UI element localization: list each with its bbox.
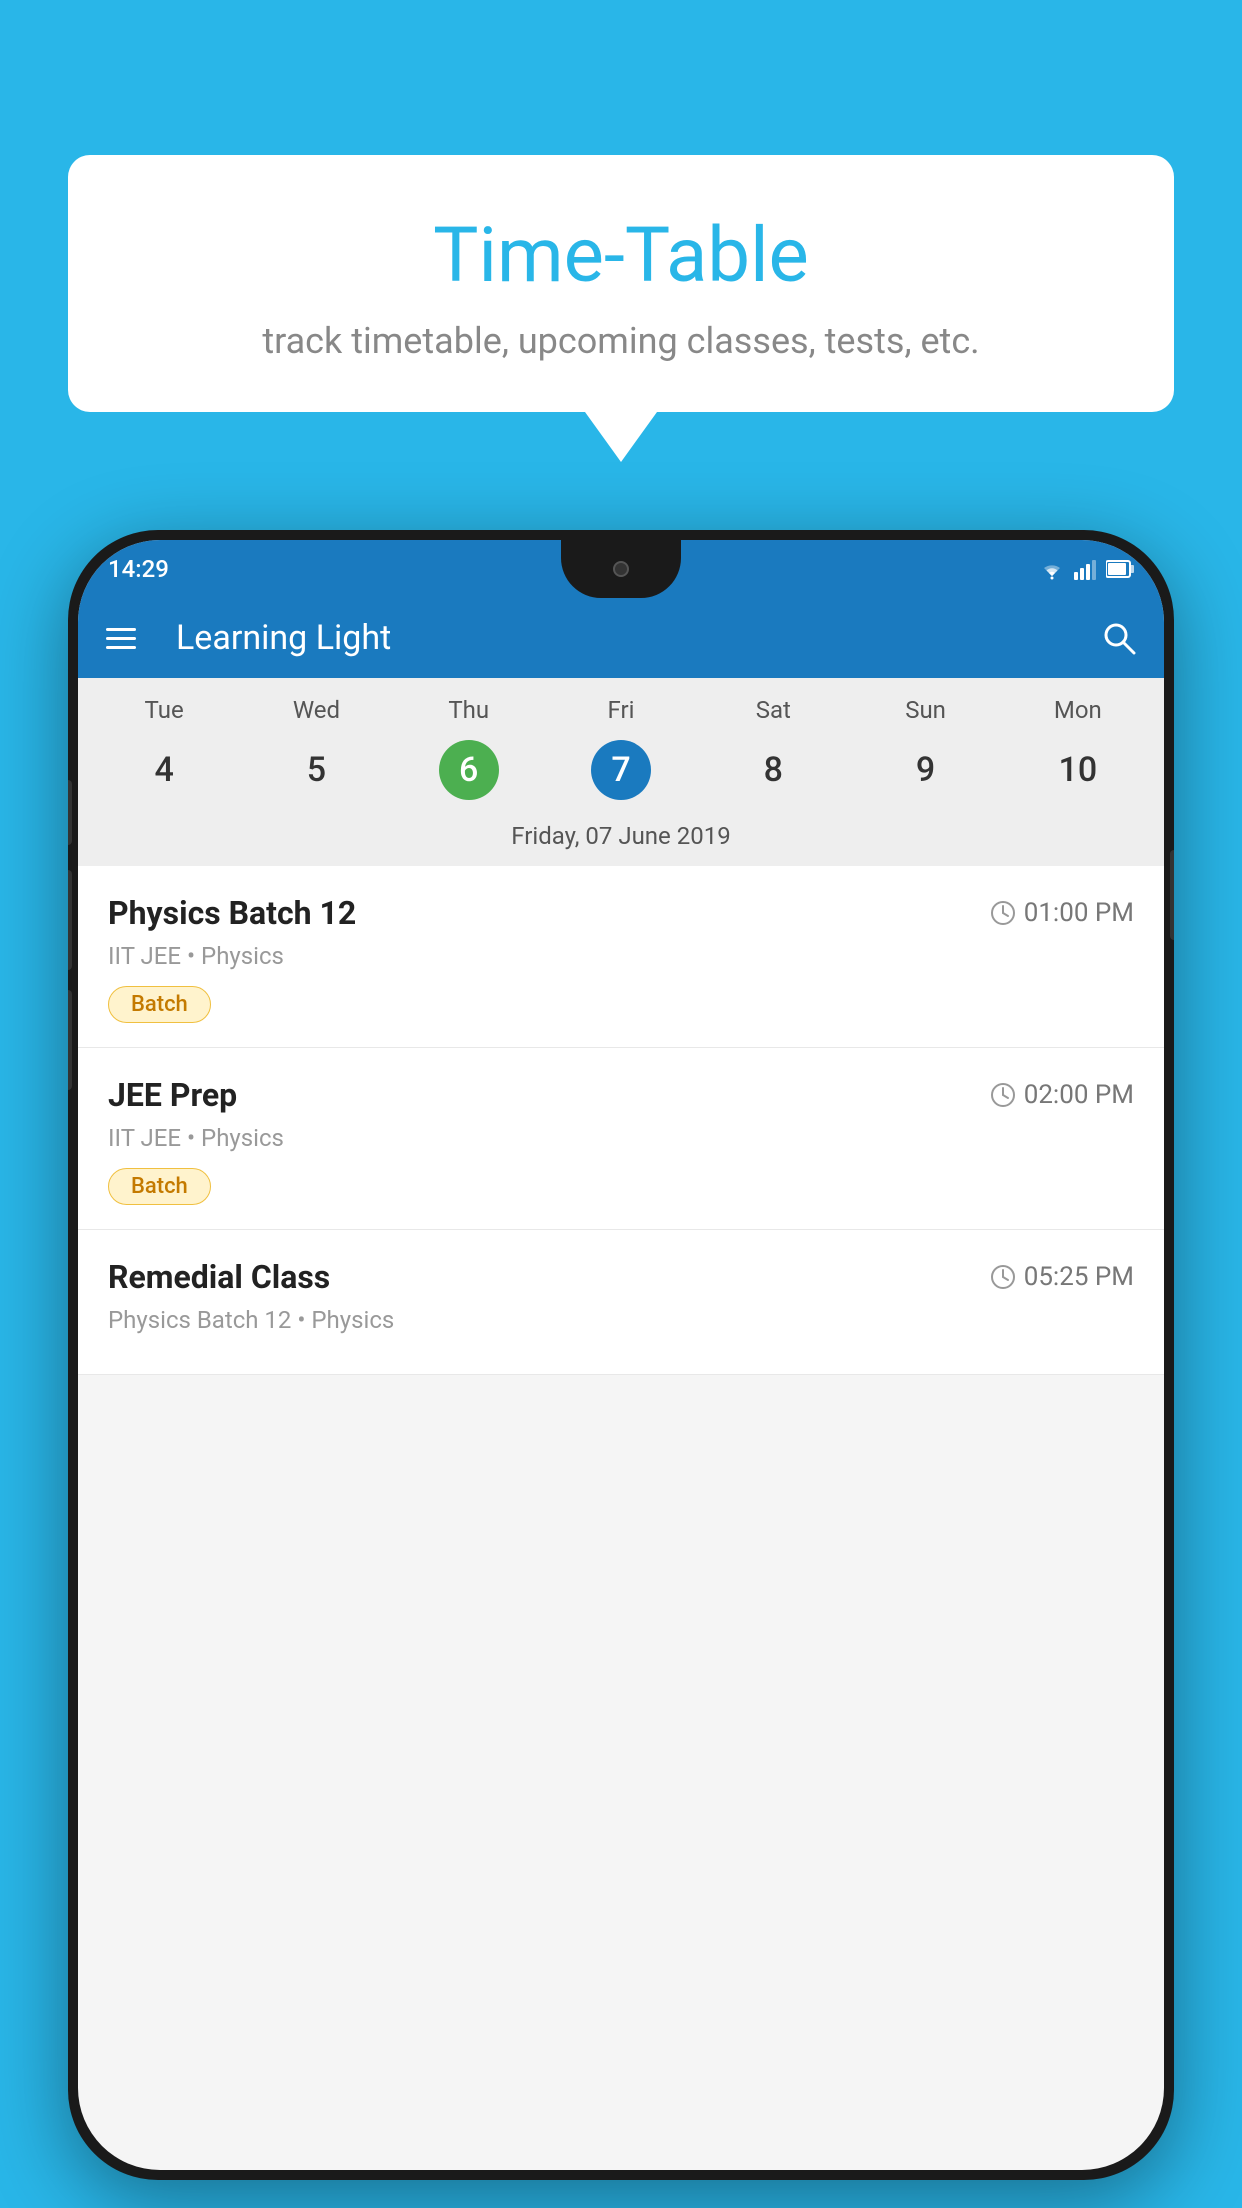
class-time: 05:25 PM: [990, 1262, 1134, 1292]
bubble-subtitle: track timetable, upcoming classes, tests…: [128, 320, 1114, 362]
class-meta: IIT JEE • Physics: [108, 942, 1134, 970]
day-fri: Fri: [545, 696, 697, 724]
class-meta: Physics Batch 12 • Physics: [108, 1306, 1134, 1334]
app-bar: Learning Light: [78, 598, 1164, 678]
class-item-header: Physics Batch 12 01:00 PM: [108, 894, 1134, 932]
day-thu: Thu: [393, 696, 545, 724]
days-row: Tue Wed Thu Fri Sat Sun Mon: [78, 678, 1164, 732]
app-title: Learning Light: [176, 618, 1072, 658]
clock-icon: [990, 900, 1016, 926]
selected-date-label: Friday, 07 June 2019: [78, 814, 1164, 866]
class-time-value: 05:25 PM: [1024, 1262, 1134, 1292]
volume-up-button: [68, 870, 72, 970]
class-name: Physics Batch 12: [108, 894, 356, 932]
day-sun: Sun: [849, 696, 1001, 724]
day-wed: Wed: [240, 696, 392, 724]
notch: [561, 540, 681, 598]
front-camera: [613, 561, 629, 577]
volume-down-button: [68, 990, 72, 1090]
status-time: 14:29: [108, 555, 169, 583]
power-button: [1170, 850, 1174, 940]
class-time-value: 01:00 PM: [1024, 898, 1134, 928]
hamburger-menu-button[interactable]: [106, 628, 136, 649]
date-4[interactable]: 4: [88, 738, 240, 802]
date-7-selected[interactable]: 7: [545, 738, 697, 802]
batch-badge: Batch: [108, 1168, 211, 1205]
batch-badge: Batch: [108, 986, 211, 1023]
class-item-remedial[interactable]: Remedial Class 05:25 PM Physics Batch 12…: [78, 1230, 1164, 1375]
mute-button: [68, 780, 72, 845]
phone-container: 14:29: [68, 530, 1174, 2208]
class-item-physics-batch-12[interactable]: Physics Batch 12 01:00 PM IIT JEE • Phys…: [78, 866, 1164, 1048]
date-8[interactable]: 8: [697, 738, 849, 802]
bubble-title: Time-Table: [128, 210, 1114, 300]
phone-frame: 14:29: [68, 530, 1174, 2180]
search-icon[interactable]: [1102, 621, 1136, 655]
signal-icon: [1074, 558, 1098, 580]
day-tue: Tue: [88, 696, 240, 724]
class-name: Remedial Class: [108, 1258, 330, 1296]
class-list: Physics Batch 12 01:00 PM IIT JEE • Phys…: [78, 866, 1164, 1375]
class-time: 01:00 PM: [990, 898, 1134, 928]
class-time-value: 02:00 PM: [1024, 1080, 1134, 1110]
class-item-header: JEE Prep 02:00 PM: [108, 1076, 1134, 1114]
status-icons: [1038, 558, 1134, 580]
day-mon: Mon: [1002, 696, 1154, 724]
bubble-tail: [585, 412, 657, 462]
class-name: JEE Prep: [108, 1076, 237, 1114]
class-item-header: Remedial Class 05:25 PM: [108, 1258, 1134, 1296]
phone-screen: 14:29: [78, 540, 1164, 2170]
battery-icon: [1106, 559, 1134, 579]
status-bar: 14:29: [78, 540, 1164, 598]
class-meta: IIT JEE • Physics: [108, 1124, 1134, 1152]
date-9[interactable]: 9: [849, 738, 1001, 802]
date-10[interactable]: 10: [1002, 738, 1154, 802]
clock-icon: [990, 1264, 1016, 1290]
class-item-jee-prep[interactable]: JEE Prep 02:00 PM IIT JEE • Physics Batc…: [78, 1048, 1164, 1230]
clock-icon: [990, 1082, 1016, 1108]
class-time: 02:00 PM: [990, 1080, 1134, 1110]
calendar-section: Tue Wed Thu Fri Sat Sun Mon 4 5: [78, 678, 1164, 866]
date-6-today[interactable]: 6: [393, 738, 545, 802]
dates-row: 4 5 6 7 8 9: [78, 732, 1164, 814]
speech-bubble-container: Time-Table track timetable, upcoming cla…: [68, 155, 1174, 462]
day-sat: Sat: [697, 696, 849, 724]
wifi-icon: [1038, 558, 1066, 580]
speech-bubble: Time-Table track timetable, upcoming cla…: [68, 155, 1174, 412]
date-5[interactable]: 5: [240, 738, 392, 802]
